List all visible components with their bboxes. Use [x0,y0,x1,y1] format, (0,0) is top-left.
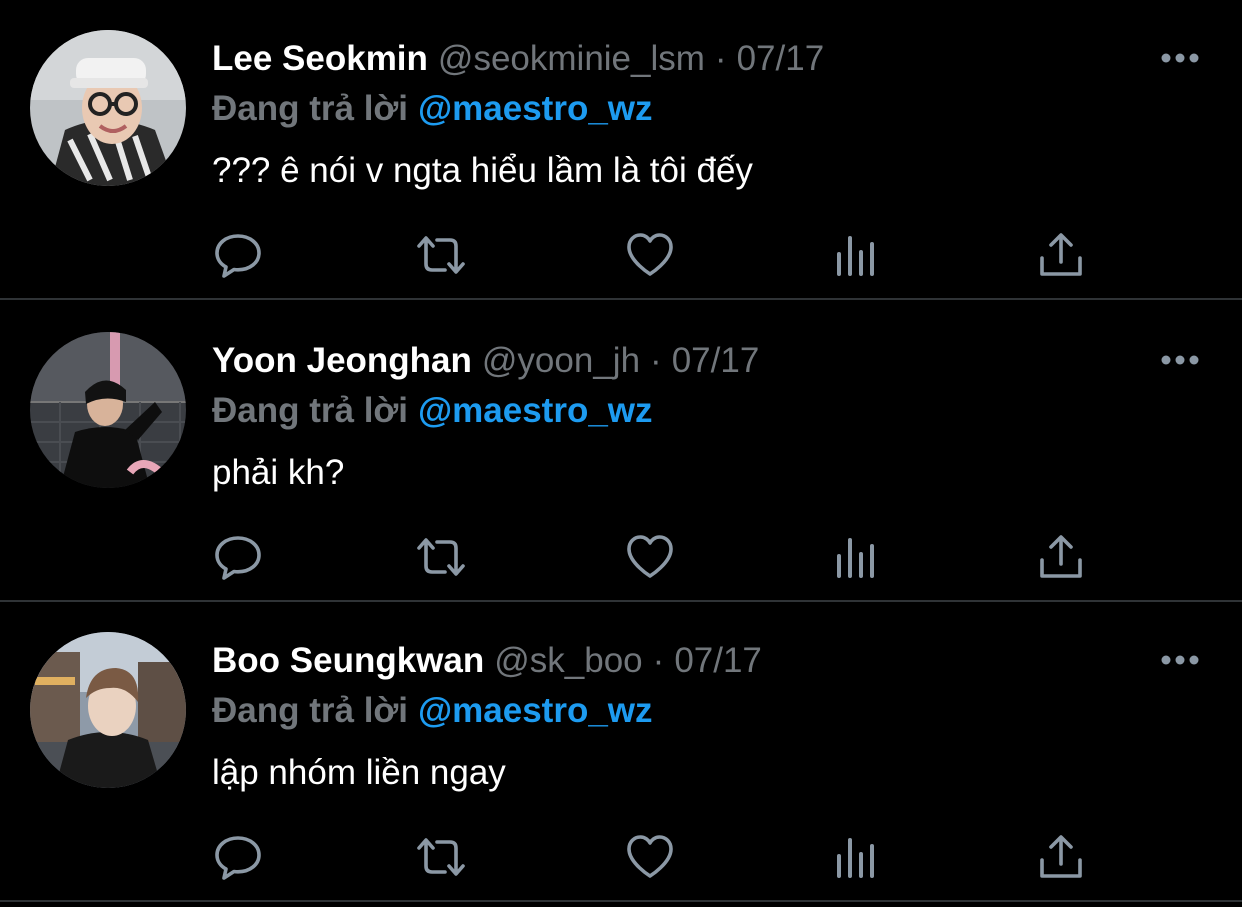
retweet-icon[interactable] [414,230,468,280]
user-handle[interactable]: @seokminie_lsm [438,39,705,78]
separator-dot: · [714,39,727,78]
reply-bubble-icon[interactable] [211,230,265,280]
retweet-icon[interactable] [414,532,468,582]
heart-icon[interactable] [623,532,677,582]
tweet-item[interactable]: Boo Seungkwan @sk_boo · 07/17 Đang trả lời @… [0,602,1242,902]
tweet-header: Yoon Jeonghan @yoon_jh · 07/17 [212,338,759,384]
tweet-item[interactable]: Lee Seokmin @seokminie_lsm · 07/17 Đang trả… [0,0,1242,300]
replying-to-label: Đang trả lời [212,89,409,128]
more-horizontal-icon[interactable] [1156,346,1204,374]
replying-to-line: Đang trả lời @maestro_wz [212,86,653,132]
tweet-header: Lee Seokmin @seokminie_lsm · 07/17 [212,36,824,82]
heart-icon[interactable] [623,230,677,280]
replying-to-mention[interactable]: @maestro_wz [418,89,653,128]
display-name[interactable]: Yoon Jeonghan [212,341,472,380]
tweet-item[interactable]: Yoon Jeonghan @yoon_jh · 07/17 Đang trả lời… [0,302,1242,602]
avatar[interactable] [30,632,186,788]
tweet-text: phải kh? [212,453,345,492]
user-handle[interactable]: @sk_boo [494,641,642,680]
avatar[interactable] [30,30,186,186]
tweet-date[interactable]: 07/17 [737,39,825,78]
analytics-bars-icon[interactable] [829,532,883,582]
tweet-header: Boo Seungkwan @sk_boo · 07/17 [212,638,762,684]
separator-dot: · [652,641,665,680]
retweet-icon[interactable] [414,832,468,882]
tweet-date[interactable]: 07/17 [672,341,760,380]
replying-to-mention[interactable]: @maestro_wz [418,391,653,430]
tweet-date[interactable]: 07/17 [674,641,762,680]
display-name[interactable]: Boo Seungkwan [212,641,484,680]
tweet-text: lập nhóm liền ngay [212,753,506,792]
more-horizontal-icon[interactable] [1156,44,1204,72]
user-handle[interactable]: @yoon_jh [482,341,640,380]
share-upload-icon[interactable] [1034,230,1088,280]
analytics-bars-icon[interactable] [829,832,883,882]
replying-to-line: Đang trả lời @maestro_wz [212,688,653,734]
reply-bubble-icon[interactable] [211,532,265,582]
tweet-text: ??? ê nói v ngta hiểu lầm là tôi đếy [212,151,753,190]
replying-to-line: Đang trả lời @maestro_wz [212,388,653,434]
replying-to-label: Đang trả lời [212,391,409,430]
reply-bubble-icon[interactable] [211,832,265,882]
share-upload-icon[interactable] [1034,532,1088,582]
heart-icon[interactable] [623,832,677,882]
display-name[interactable]: Lee Seokmin [212,39,428,78]
share-upload-icon[interactable] [1034,832,1088,882]
more-horizontal-icon[interactable] [1156,646,1204,674]
separator-dot: · [650,341,662,380]
avatar[interactable] [30,332,186,488]
replying-to-label: Đang trả lời [212,691,409,730]
replying-to-mention[interactable]: @maestro_wz [418,691,653,730]
analytics-bars-icon[interactable] [829,230,883,280]
